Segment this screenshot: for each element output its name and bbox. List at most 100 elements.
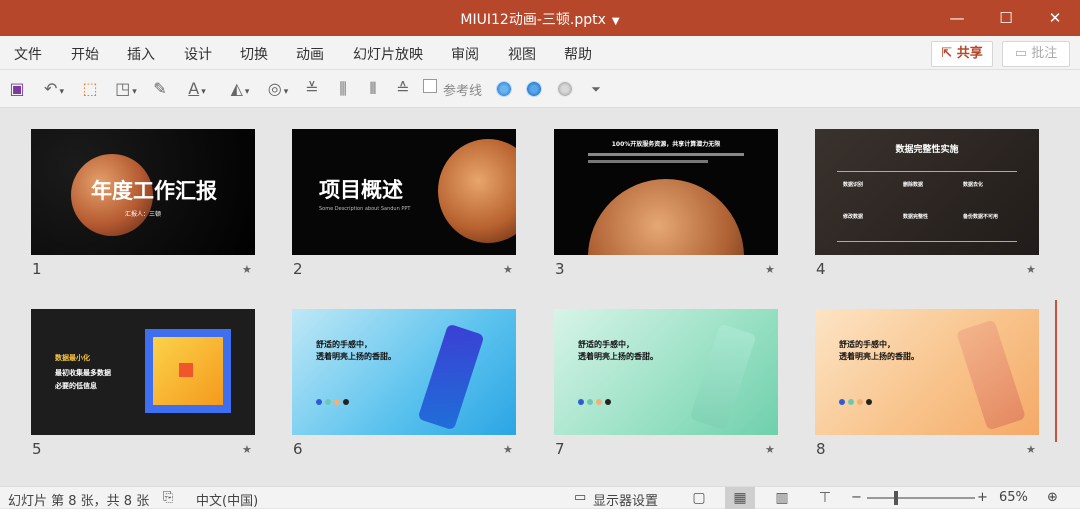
slide-title: 舒适的手感中， (839, 340, 895, 349)
planet-image (438, 139, 516, 243)
slide-number: 5 (32, 440, 42, 458)
slide-number: 2 (293, 260, 303, 278)
tab-transitions[interactable]: 切换 (240, 44, 268, 64)
select-icon[interactable]: ⬚ (79, 78, 101, 100)
slide-title: 项目概述 (319, 178, 403, 202)
zoom-out-icon[interactable]: − (851, 490, 862, 505)
slide-subtitle: 透着明亮上扬的香甜。 (316, 352, 396, 361)
display-settings-icon[interactable]: ▭ (574, 490, 586, 505)
arrange-icon[interactable]: ◎ ▾ (258, 78, 298, 100)
slide-sorter-view-icon[interactable]: ▦ (725, 487, 755, 509)
comments-button[interactable]: ▭ 批注 (1002, 41, 1070, 67)
align-center-icon[interactable]: ≚ (301, 78, 323, 100)
tab-home[interactable]: 开始 (71, 44, 99, 64)
animation-star-icon: ★ (242, 443, 252, 456)
slide-subtitle: 最初收集最多数据 必要的低信息 (55, 369, 111, 390)
theme-blue-icon[interactable] (496, 81, 512, 97)
align-bottom-icon[interactable]: ≙ (392, 78, 414, 100)
color-swatch (587, 399, 593, 405)
slide-title: 舒适的手感中， (316, 340, 372, 349)
font-color-icon[interactable]: A ▾ (177, 78, 217, 100)
status-bar: 幻灯片 第 8 张，共 8 张 ⎘ 中文(中国) ▭ 显示器设置 ▢ ▦ ▥ ⊤… (0, 486, 1080, 509)
slideshow-view-icon[interactable]: ⊤ (810, 487, 840, 509)
slide-thumbnail-6[interactable]: 舒适的手感中， 透着明亮上扬的香甜。 (292, 309, 516, 435)
slide-thumbnail-2[interactable]: 项目概述 Some Description about Sandun PPT (292, 129, 516, 255)
tab-design[interactable]: 设计 (184, 44, 212, 64)
tab-animations[interactable]: 动画 (296, 44, 324, 64)
zoom-level[interactable]: 65% (999, 490, 1028, 505)
display-settings-button[interactable]: 显示器设置 (593, 490, 658, 509)
fit-to-window-icon[interactable]: ⊕ (1047, 490, 1058, 505)
animation-star-icon: ★ (503, 443, 513, 456)
share-button[interactable]: ⇱ 共享 (931, 41, 993, 67)
color-swatch (316, 399, 322, 405)
slide-thumbnail-1[interactable]: 年度工作汇报 汇报人：三顿 (31, 129, 255, 255)
slide-subtitle: Some Description about Sandun PPT (319, 206, 411, 212)
save-icon[interactable]: ▣ (6, 78, 28, 100)
close-button[interactable]: ✕ (1032, 0, 1078, 36)
vertical-scrollbar[interactable] (1055, 300, 1057, 442)
minimize-button[interactable]: — (934, 0, 980, 36)
window-title-text: MIUI12动画-三顿.pptx (460, 12, 606, 28)
shape-icon[interactable]: ◳ ▾ (106, 78, 146, 100)
color-swatch (605, 399, 611, 405)
language-indicator[interactable]: 中文(中国) (196, 490, 258, 509)
slide-number: 4 (816, 260, 826, 278)
planet-image (588, 179, 744, 255)
theme-blue-alt-icon[interactable] (526, 81, 542, 97)
slide-item: 数据去化 (963, 182, 984, 188)
slide-sorter: 年度工作汇报 汇报人：三顿 1 ★ 项目概述 Some Description … (0, 108, 1080, 486)
slide-thumbnail-3[interactable]: 100%开放服务资源，共享计算潜力无限 (554, 129, 778, 255)
tab-file[interactable]: 文件 (14, 44, 42, 64)
slide-thumbnail-7[interactable]: 舒适的手感中， 透着明亮上扬的香甜。 (554, 309, 778, 435)
tab-review[interactable]: 审阅 (451, 44, 479, 64)
slide-thumbnail-5[interactable]: 数据最小化 最初收集最多数据 必要的低信息 (31, 309, 255, 435)
slide-subtitle: 透着明亮上扬的香甜。 (839, 352, 919, 361)
reference-line-label: 参考线 (443, 84, 483, 99)
color-swatch (839, 399, 845, 405)
divider (837, 241, 1017, 242)
window-title[interactable]: MIUI12动画-三顿.pptx ▼ (0, 9, 1080, 29)
slide-text-line (588, 160, 708, 163)
theme-gray-icon[interactable] (557, 81, 573, 97)
slide-title: 100%开放服务资源，共享计算潜力无限 (611, 141, 721, 148)
tab-slideshow[interactable]: 幻灯片放映 (353, 44, 423, 64)
comment-icon: ▭ (1014, 46, 1028, 61)
share-icon: ⇱ (941, 46, 953, 61)
customize-toolbar-icon[interactable]: ⏷ (586, 78, 606, 100)
reading-view-icon[interactable]: ▥ (767, 487, 797, 509)
comments-label: 批注 (1031, 46, 1058, 61)
spellcheck-icon[interactable]: ⎘ (163, 490, 173, 505)
cube-image (179, 363, 193, 377)
fill-color-icon[interactable]: ◭ ▾ (220, 78, 260, 100)
slide-number: 7 (555, 440, 565, 458)
tab-view[interactable]: 视图 (508, 44, 536, 64)
zoom-slider-thumb[interactable] (894, 491, 898, 505)
slide-title: 数据完整性实施 (895, 145, 959, 155)
title-dropdown-icon[interactable]: ▼ (612, 16, 620, 27)
tab-help[interactable]: 帮助 (564, 44, 592, 64)
tab-insert[interactable]: 插入 (127, 44, 155, 64)
slide-thumbnail-4[interactable]: 数据完整性实施 数据识别 删除数据 数据去化 修改数据 数据完整性 备份数据不可… (815, 129, 1039, 255)
color-swatch (866, 399, 872, 405)
zoom-slider[interactable] (867, 497, 975, 499)
align-middle-icon[interactable]: ⫼ (332, 78, 354, 100)
color-swatch (325, 399, 331, 405)
slide-number: 3 (555, 260, 565, 278)
zoom-in-icon[interactable]: + (977, 490, 988, 505)
color-swatch (596, 399, 602, 405)
format-painter-icon[interactable]: ✎ (149, 78, 171, 100)
maximize-button[interactable]: ☐ (983, 0, 1029, 36)
slide-subtitle: 透着明亮上扬的香甜。 (578, 352, 658, 361)
slide-count: 幻灯片 第 8 张，共 8 张 (8, 494, 150, 509)
distribute-icon[interactable]: ⫴ (362, 78, 384, 100)
slide-thumbnail-8[interactable]: 舒适的手感中， 透着明亮上扬的香甜。 (815, 309, 1039, 435)
normal-view-icon[interactable]: ▢ (684, 487, 714, 509)
undo-icon[interactable]: ↶ ▾ (36, 78, 72, 100)
reference-line-checkbox[interactable] (423, 79, 437, 93)
slide-subtitle: 汇报人：三顿 (125, 211, 162, 218)
ribbon-tabs: 文件 开始 插入 设计 切换 动画 幻灯片放映 审阅 视图 帮助 ⇱ 共享 ▭ … (0, 36, 1080, 70)
animation-star-icon: ★ (765, 443, 775, 456)
slide-title: 数据最小化 (55, 354, 90, 362)
phone-image (955, 319, 1027, 431)
